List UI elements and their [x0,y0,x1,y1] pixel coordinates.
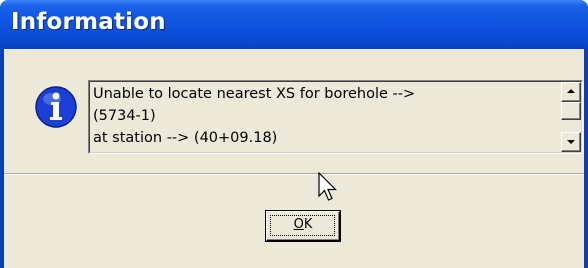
arrow-up-icon [567,89,575,93]
dialog-body: Unable to locate nearest XS for borehole… [4,49,584,268]
dialog-title: Information [11,9,166,35]
scroll-down-button[interactable] [561,132,581,152]
title-bar[interactable]: Information [0,0,588,49]
ok-button[interactable]: OK [266,211,340,241]
divider [4,173,584,175]
scroll-up-button[interactable] [561,82,581,102]
information-dialog: Information Unable to locate nearest XS … [0,0,588,268]
mouse-pointer-icon [318,172,337,201]
information-icon [35,86,77,128]
message-line-1: Unable to locate nearest XS for borehole… [93,86,416,102]
message-textbox[interactable]: Unable to locate nearest XS for borehole… [88,80,583,154]
message-line-2: (5734-1) [93,108,156,124]
message-line-3: at station --> (40+09.18) [93,130,278,146]
message-text: Unable to locate nearest XS for borehole… [93,83,548,153]
vertical-scrollbar[interactable] [561,82,581,152]
scroll-thumb[interactable] [561,102,581,120]
ok-button-label: OK [293,217,313,232]
arrow-down-icon [567,140,575,144]
